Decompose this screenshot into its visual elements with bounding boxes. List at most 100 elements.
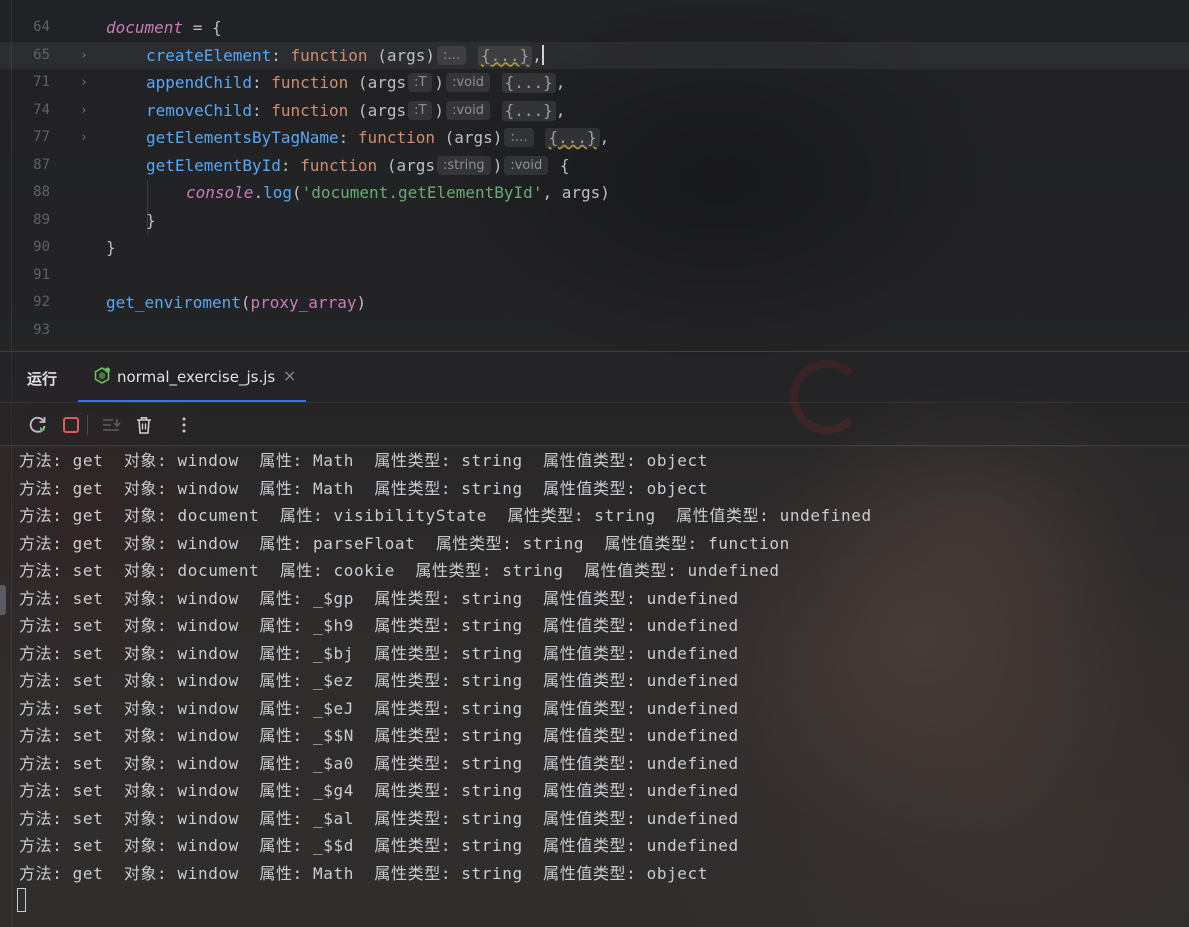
inlay-type-hint[interactable]: :string — [436, 155, 491, 175]
code-editor[interactable]: 64 document = { 65 › createElement: function… — [0, 0, 1189, 352]
code-token: , — [599, 128, 610, 147]
code-token: get_enviroment — [106, 293, 241, 312]
more-vertical-icon[interactable] — [173, 414, 195, 436]
console-input-cursor[interactable] — [17, 888, 26, 912]
code-token: . — [253, 183, 264, 202]
code-line[interactable]: 64 document = { — [0, 14, 1189, 41]
console-log-line: 方法: get 对象: window 属性: Math 属性类型: string… — [19, 478, 709, 498]
code-line[interactable]: 92 get_enviroment(proxy_array) — [0, 289, 1189, 316]
fold-chevron-icon[interactable]: › — [80, 42, 88, 69]
inlay-type-hint[interactable]: :… — [437, 45, 467, 65]
code-token: getElementById — [146, 155, 281, 175]
run-tool-window-header: 运行 normal_exercise_js.js × — [0, 352, 1189, 402]
console-log-line: 方法: get 对象: window 属性: parseFloat 属性类型: … — [19, 533, 790, 553]
rerun-icon[interactable] — [27, 414, 49, 436]
code-token: : — [280, 155, 301, 175]
console-log-line: 方法: set 对象: window 属性: _$al 属性类型: string… — [19, 808, 739, 828]
code-text[interactable]: console.log('document.getElementById', a… — [186, 179, 610, 206]
code-text[interactable]: appendChild: function (args:T):void {...… — [146, 69, 565, 96]
code-token: log — [263, 183, 292, 202]
code-token: (args — [377, 155, 435, 175]
console-log-line: 方法: get 对象: document 属性: visibilityState… — [19, 506, 872, 525]
code-line[interactable]: 88 console.log('document.getElementById',… — [0, 179, 1189, 206]
folded-code-block[interactable]: {...} — [501, 100, 556, 121]
inlay-type-hint[interactable]: :void — [446, 100, 490, 120]
code-token: , args) — [542, 183, 610, 202]
inlay-type-hint[interactable]: :void — [504, 155, 549, 175]
line-number[interactable]: 87 — [0, 152, 50, 179]
line-number[interactable]: 93 — [0, 317, 50, 344]
code-token: , — [555, 73, 566, 92]
code-token: : — [271, 45, 291, 65]
inlay-type-hint[interactable]: :void — [446, 73, 490, 92]
line-number[interactable]: 88 — [0, 179, 50, 206]
console-log-line: 方法: set 对象: document 属性: cookie 属性类型: st… — [19, 561, 780, 580]
code-text[interactable]: document = { — [106, 14, 222, 41]
line-number[interactable]: 91 — [0, 262, 50, 289]
code-line[interactable]: 93 — [0, 317, 1189, 344]
run-tab-label: normal_exercise_js.js — [117, 368, 276, 386]
code-token: : — [251, 100, 272, 120]
code-line[interactable]: 77 › getElementsByTagName: function (args)… — [0, 124, 1189, 151]
fold-chevron-icon[interactable]: › — [80, 97, 88, 124]
inlay-type-hint[interactable]: :T — [408, 73, 433, 92]
run-tab-normal-exercise[interactable]: normal_exercise_js.js × — [78, 352, 306, 402]
side-panel-handle[interactable] — [0, 585, 6, 615]
code-token: (args) — [434, 128, 503, 147]
code-line[interactable]: 89} — [0, 207, 1189, 234]
code-line[interactable]: 71 › appendChild: function (args:T):void {… — [0, 69, 1189, 96]
console-log-line: 方法: set 对象: window 属性: _$h9 属性类型: string… — [19, 616, 739, 635]
inlay-type-hint[interactable]: :T — [408, 100, 433, 120]
console-log-line: 方法: set 对象: window 属性: _$eJ 属性类型: string… — [19, 698, 739, 718]
line-number[interactable]: 89 — [0, 207, 50, 234]
line-number[interactable]: 77 — [0, 124, 50, 151]
code-text[interactable]: getElementById: function (args:string):v… — [146, 152, 569, 179]
code-line[interactable]: 65 › createElement: function (args):… {...… — [0, 41, 1189, 69]
code-token: createElement — [146, 45, 272, 65]
line-number[interactable]: 64 — [0, 14, 50, 41]
console-log-line: 方法: get 对象: window 属性: Math 属性类型: string… — [19, 451, 709, 470]
close-icon[interactable]: × — [283, 366, 296, 385]
console-output[interactable]: 方法: get 对象: window 属性: Math 属性类型: string… — [0, 447, 1189, 927]
code-text[interactable]: getElementsByTagName: function (args):… … — [146, 124, 609, 151]
line-number[interactable]: 71 — [0, 69, 50, 96]
code-text[interactable]: } — [106, 234, 116, 261]
code-token: removeChild — [146, 100, 252, 120]
code-line[interactable]: 90} — [0, 234, 1189, 261]
scroll-to-end-icon[interactable] — [100, 414, 122, 436]
code-token: function — [300, 155, 378, 175]
trash-icon[interactable] — [133, 414, 155, 436]
nodejs-icon — [92, 366, 112, 386]
line-number[interactable]: 90 — [0, 234, 50, 261]
console-log-line: 方法: set 对象: window 属性: _$a0 属性类型: string… — [19, 753, 739, 773]
fold-chevron-icon[interactable]: › — [80, 124, 88, 151]
line-number[interactable]: 65 — [0, 42, 50, 69]
code-token: (args — [348, 73, 407, 92]
code-text[interactable]: createElement: function (args):… {...}, — [146, 42, 544, 69]
line-number[interactable]: 92 — [0, 289, 50, 316]
stop-icon[interactable] — [60, 414, 82, 436]
code-token: } — [106, 238, 116, 257]
code-line[interactable]: 87 getElementById: function (args:string)… — [0, 152, 1189, 179]
folded-code-block[interactable]: {...} — [545, 128, 600, 148]
code-token: (args — [348, 100, 407, 120]
folded-code-block[interactable]: {...} — [478, 45, 533, 66]
code-token: = — [183, 18, 212, 37]
line-number[interactable]: 74 — [0, 97, 50, 124]
toolbar-separator — [87, 415, 88, 435]
code-text[interactable]: get_enviroment(proxy_array) — [106, 289, 366, 316]
code-token: ( — [240, 293, 251, 312]
code-text[interactable]: removeChild: function (args:T):void {...… — [146, 97, 565, 124]
console-log-line: 方法: set 对象: window 属性: _$$N 属性类型: string… — [19, 726, 739, 745]
inlay-type-hint[interactable]: :… — [504, 128, 534, 147]
code-token: { — [211, 18, 222, 37]
code-token: ) — [356, 293, 367, 312]
folded-code-block[interactable]: {...} — [501, 73, 556, 93]
code-line[interactable]: 74 › removeChild: function (args:T):void {… — [0, 97, 1189, 124]
fold-chevron-icon[interactable]: › — [80, 69, 88, 96]
code-token: function — [357, 128, 435, 147]
code-token: , — [532, 45, 542, 65]
code-line[interactable]: 91 — [0, 262, 1189, 289]
console-log-line: 方法: set 对象: window 属性: _$$d 属性类型: string… — [19, 836, 739, 855]
